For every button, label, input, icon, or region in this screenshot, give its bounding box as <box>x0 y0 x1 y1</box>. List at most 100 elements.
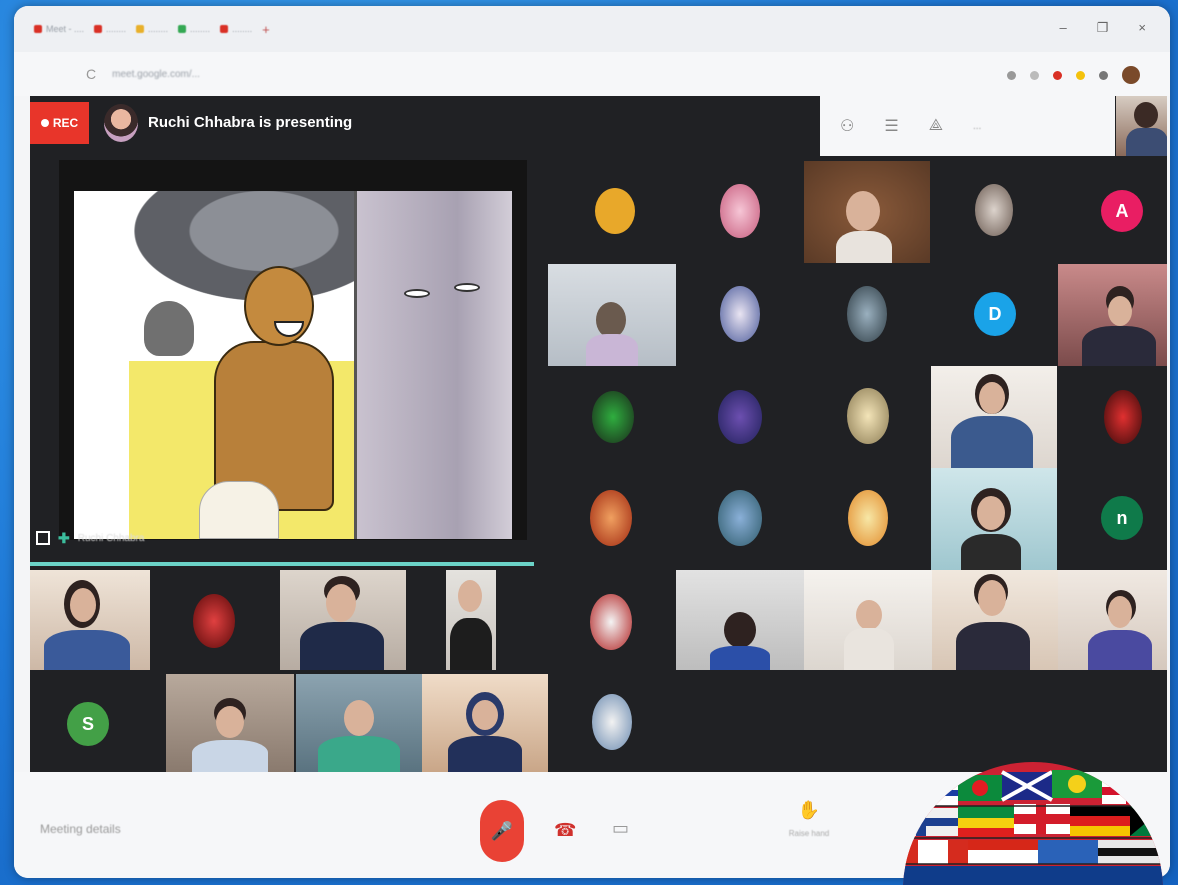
participant-tile[interactable] <box>446 570 496 670</box>
presenter-name-label: Ruchi Chhabra <box>77 532 145 544</box>
participant-tile[interactable] <box>548 264 676 366</box>
tab-favicon <box>178 25 187 33</box>
self-view-tile[interactable] <box>1116 96 1167 156</box>
extension-icon[interactable] <box>1076 70 1085 80</box>
url-field[interactable]: meet.google.com/... <box>112 69 200 80</box>
participant-initial-avatar[interactable]: n <box>1101 496 1143 540</box>
reload-icon[interactable]: C <box>86 66 96 82</box>
participant-avatar[interactable] <box>592 391 634 443</box>
participant-initial-avatar[interactable]: S <box>67 702 109 746</box>
extension-icon[interactable] <box>1053 70 1062 80</box>
participant-tile[interactable] <box>676 570 804 670</box>
people-icon[interactable]: ⚇ <box>840 116 854 136</box>
tab-5[interactable]: ........ <box>220 24 252 34</box>
tree-trunk <box>354 191 512 539</box>
tab-4[interactable]: ........ <box>178 24 210 34</box>
browser-window: Meet - .... ........ ........ ........ .… <box>14 6 1170 878</box>
participant-tile[interactable] <box>1058 570 1167 670</box>
mic-off-icon: 🎤 <box>490 820 514 841</box>
participant-face <box>978 580 1006 616</box>
extension-icon[interactable] <box>1099 70 1108 80</box>
presentation-label: ✚ Ruchi Chhabra <box>30 524 144 552</box>
participant-avatar[interactable] <box>847 388 889 444</box>
participant-initial-avatar[interactable]: D <box>974 292 1016 336</box>
hangup-button[interactable]: ☎ <box>554 820 576 841</box>
participant-avatar[interactable] <box>718 490 762 546</box>
participant-avatar[interactable] <box>848 490 888 546</box>
raise-hand-button[interactable]: ✋ Raise hand <box>784 800 834 838</box>
extension-icon[interactable] <box>1030 70 1039 80</box>
participant-tile[interactable] <box>931 366 1057 468</box>
tab-label: Meet - .... <box>46 24 85 34</box>
participant-initial-avatar[interactable]: A <box>1101 190 1143 232</box>
camera-button[interactable]: ▭ <box>612 818 629 839</box>
participant-face <box>1108 296 1132 326</box>
pin-icon[interactable]: ✚ <box>58 530 70 547</box>
participant-body <box>318 736 400 772</box>
participant-avatar[interactable] <box>847 286 887 342</box>
mic-off-button[interactable]: 🎤 <box>480 800 524 862</box>
participant-avatar[interactable] <box>720 286 760 342</box>
participant-body <box>450 618 492 670</box>
participant-face <box>977 496 1005 530</box>
tab-3[interactable]: ........ <box>136 24 168 34</box>
participant-body <box>586 334 638 366</box>
participant-face <box>979 382 1005 414</box>
participant-avatar[interactable] <box>590 490 632 546</box>
participant-avatar[interactable] <box>592 694 632 750</box>
tree-eye <box>454 283 480 292</box>
maximize-button[interactable]: ❐ <box>1097 20 1109 36</box>
participant-tile[interactable] <box>932 570 1058 670</box>
address-bar: C meet.google.com/... <box>14 52 1170 96</box>
participant-tile[interactable] <box>296 674 422 772</box>
rec-label: REC <box>52 116 79 130</box>
participant-tile[interactable] <box>422 674 548 772</box>
meet-stage: REC Ruchi Chhabra is presenting ⚇ ☰ ⟁ ..… <box>30 96 1167 772</box>
tab-favicon <box>220 25 229 33</box>
participant-tile[interactable] <box>280 570 406 670</box>
presenting-text: Ruchi Chhabra is presenting <box>148 114 353 131</box>
minimize-button[interactable]: – <box>1060 20 1067 36</box>
profile-avatar[interactable] <box>1122 66 1140 84</box>
speaking-indicator-line <box>30 562 534 566</box>
participant-avatar[interactable] <box>720 184 760 238</box>
participant-avatar[interactable] <box>193 594 235 648</box>
rock-shape <box>144 301 194 356</box>
participant-face <box>472 700 498 730</box>
participant-body <box>448 736 522 772</box>
participant-tile[interactable] <box>30 570 150 670</box>
new-tab-button[interactable]: + <box>262 22 270 37</box>
tab-2[interactable]: ........ <box>94 24 126 34</box>
participant-face <box>326 584 356 622</box>
record-dot-icon <box>40 119 49 127</box>
tab-meet[interactable]: Meet - .... <box>34 24 84 34</box>
tab-strip: Meet - .... ........ ........ ........ .… <box>14 6 1170 52</box>
meeting-details-button[interactable]: Meeting details <box>40 822 121 836</box>
chat-icon[interactable]: ☰ <box>884 116 898 136</box>
participant-body <box>836 231 892 263</box>
tab-label: ........ <box>190 24 211 34</box>
participant-head <box>596 302 626 338</box>
tab-label: ........ <box>148 24 169 34</box>
flag-globe-svg <box>903 762 1163 885</box>
participant-avatar[interactable] <box>1104 390 1142 444</box>
participant-body <box>710 646 770 670</box>
screen-share-icon <box>36 531 50 545</box>
extension-icon[interactable] <box>1007 70 1016 80</box>
meeting-time: ... <box>972 120 982 132</box>
top-controls: ⚇ ☰ ⟁ ... <box>820 96 1115 156</box>
participant-avatar[interactable] <box>590 594 632 650</box>
participant-head <box>1134 102 1158 128</box>
participant-face <box>1108 596 1132 628</box>
participant-tile[interactable] <box>804 161 930 263</box>
close-window-button[interactable]: × <box>1138 20 1146 36</box>
participant-avatar[interactable] <box>975 184 1013 236</box>
participant-tile[interactable] <box>166 674 294 772</box>
participant-tile[interactable] <box>1058 264 1167 366</box>
participant-tile[interactable] <box>931 468 1057 570</box>
tab-favicon <box>136 25 145 33</box>
participant-avatar[interactable] <box>718 390 762 444</box>
participant-avatar[interactable] <box>595 188 635 234</box>
participant-tile[interactable] <box>804 570 932 670</box>
activities-icon[interactable]: ⟁ <box>929 117 943 135</box>
